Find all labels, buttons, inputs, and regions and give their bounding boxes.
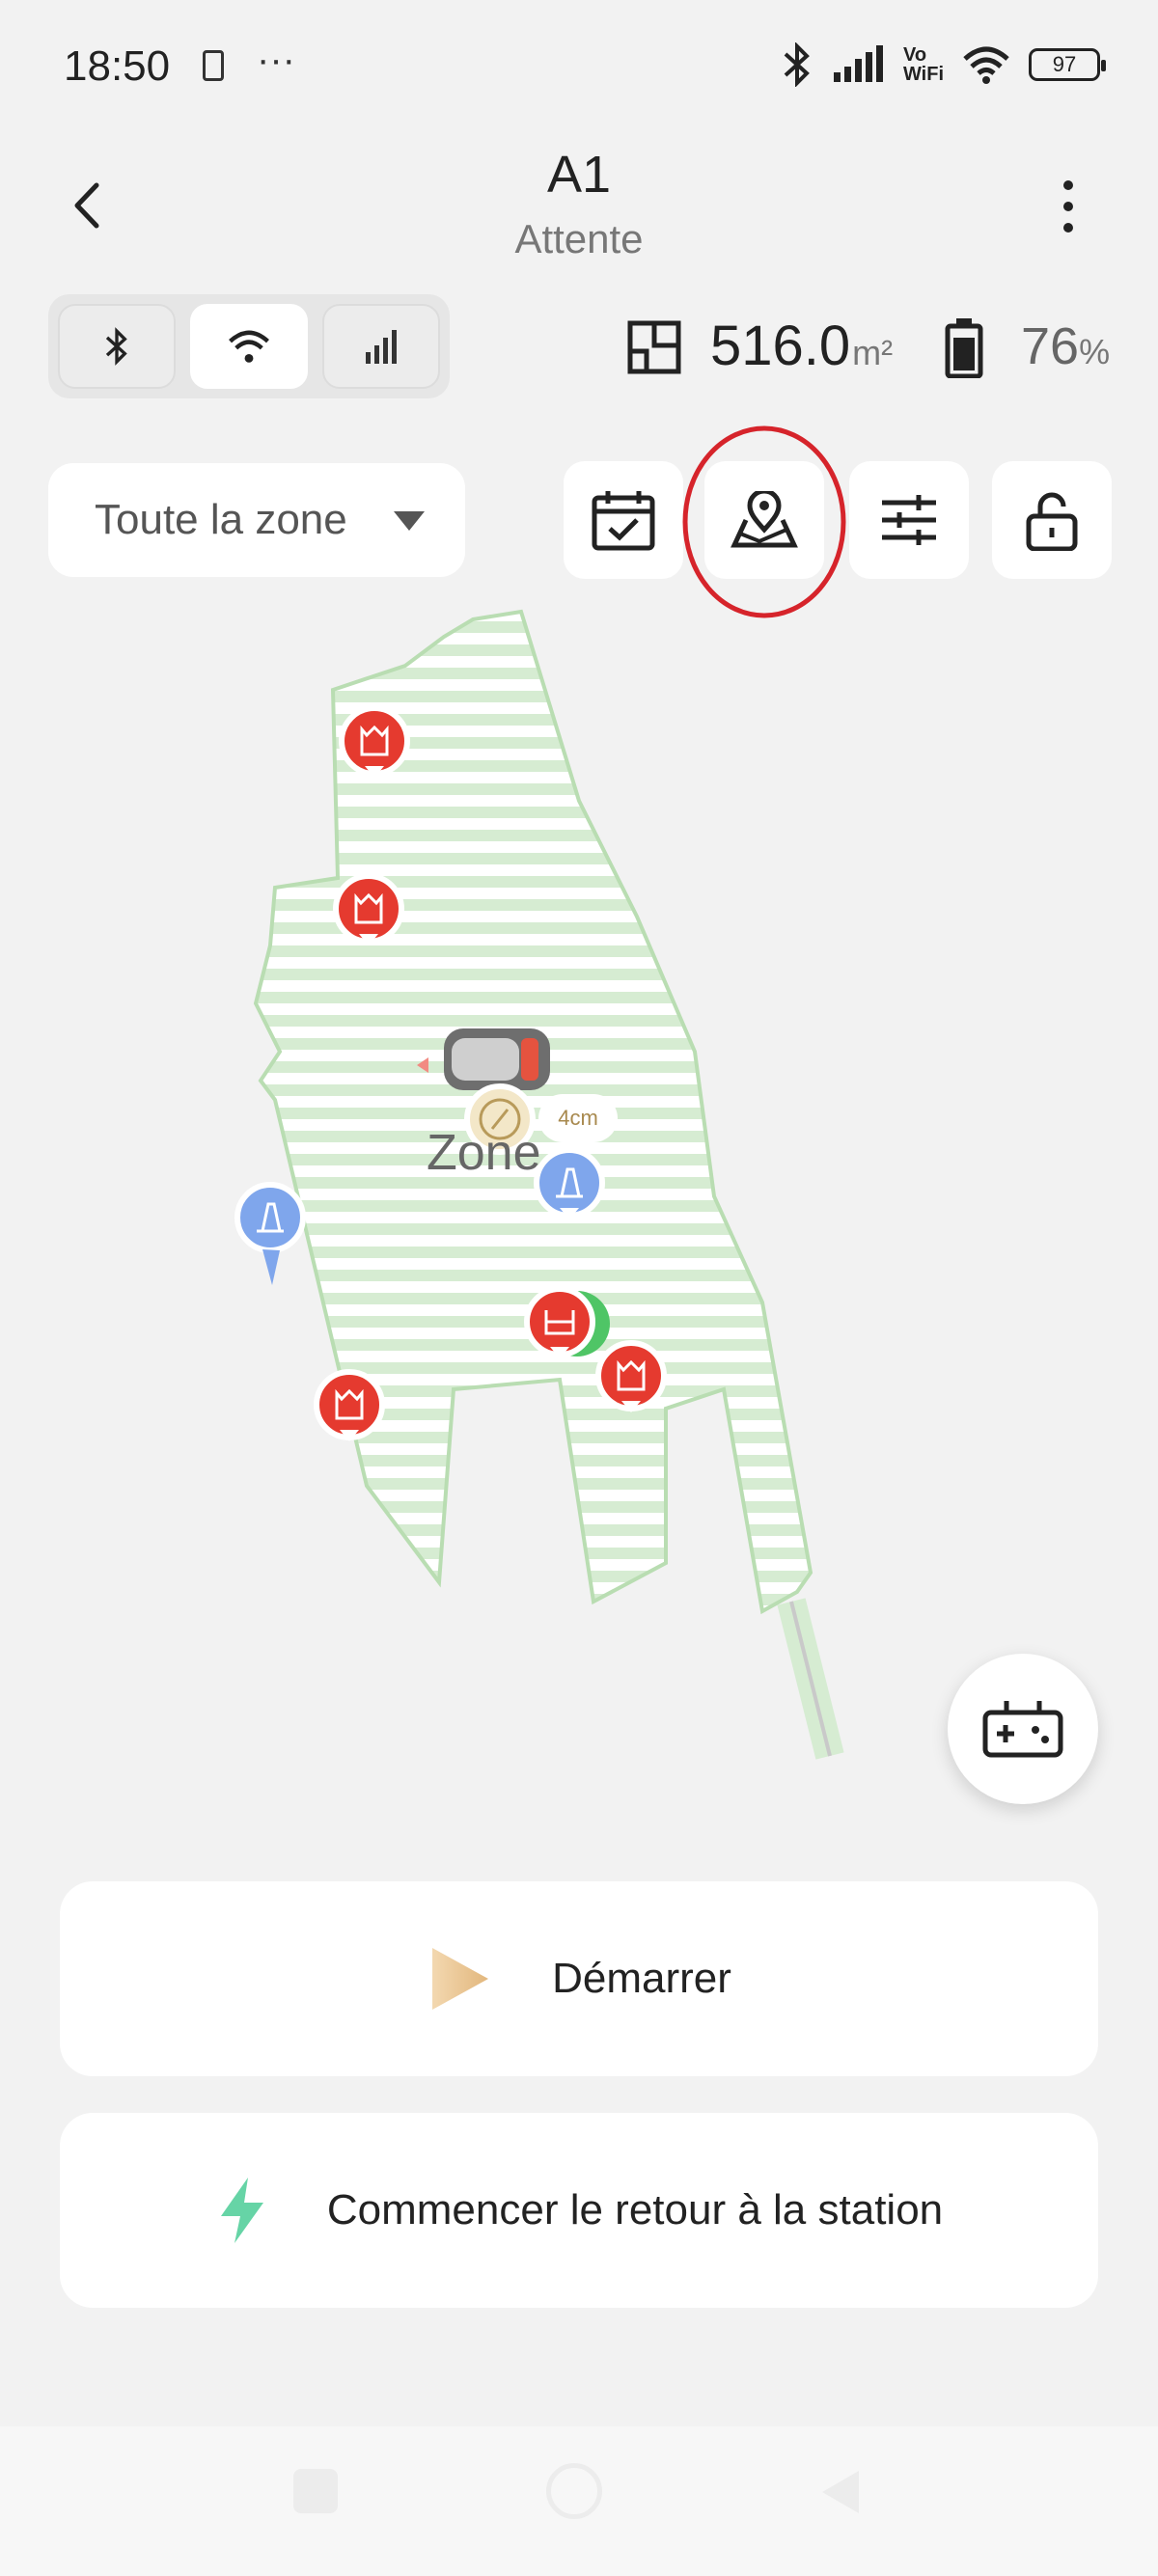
battery-level: 76 % — [1021, 316, 1110, 376]
start-button-label: Démarrer — [552, 1955, 731, 2002]
lightning-icon — [220, 2178, 263, 2243]
cellular-connection-button[interactable] — [322, 304, 440, 389]
gamepad-icon — [982, 1701, 1063, 1758]
highlight-circle — [682, 425, 846, 618]
zone-selector-dropdown[interactable]: Toute la zone — [48, 463, 465, 577]
bluetooth-connection-button[interactable] — [58, 304, 176, 389]
schedule-button[interactable] — [564, 461, 683, 579]
charging-station-marker[interactable] — [524, 1286, 610, 1358]
mowing-area: 516.0 m² — [710, 314, 893, 378]
device-status-text: Attente — [514, 216, 644, 261]
obstacle-marker[interactable] — [339, 705, 410, 778]
battery-value: 76 — [1021, 317, 1080, 375]
calendar-check-icon — [592, 491, 655, 551]
obstacle-marker[interactable] — [595, 1340, 667, 1412]
return-button-label: Commencer le retour à la station — [326, 2186, 944, 2233]
signal-strength-icon — [833, 45, 883, 82]
start-button[interactable]: Démarrer — [60, 1881, 1098, 2076]
lock-button[interactable] — [992, 461, 1112, 579]
distance-label: 4cm — [538, 1094, 618, 1142]
more-notifications-indicator: ··· — [257, 39, 295, 81]
cellular-icon — [366, 330, 397, 364]
caret-down-icon — [394, 511, 425, 531]
connection-selector — [48, 294, 450, 398]
area-unit: m² — [852, 333, 894, 372]
sliders-icon — [882, 495, 936, 545]
back-nav-button[interactable] — [816, 2467, 865, 2517]
unlock-icon — [1026, 492, 1078, 551]
remote-control-button[interactable] — [948, 1654, 1098, 1804]
wifi-connection-button[interactable] — [190, 304, 308, 389]
return-to-station-button[interactable]: Commencer le retour à la station — [60, 2113, 1098, 2308]
page-title: A1 — [546, 146, 612, 204]
play-icon — [432, 1948, 489, 2010]
vowifi-label: Vo WiFi — [902, 44, 944, 85]
status-icons: Vo WiFi 97 — [780, 42, 1106, 87]
area-icon — [627, 320, 681, 374]
status-bar: 18:50 ··· Vo WiFi 97 — [0, 0, 1158, 135]
obstacle-marker[interactable] — [314, 1369, 385, 1441]
system-navigation-bar — [0, 2426, 1158, 2576]
battery-status-icon: 97 — [1029, 48, 1106, 81]
home-button[interactable] — [546, 2463, 602, 2519]
zone-selector-value: Toute la zone — [95, 496, 347, 543]
cone-marker[interactable] — [534, 1147, 605, 1219]
wifi-status-icon — [963, 46, 1009, 84]
area-value: 516.0 — [710, 315, 851, 377]
bluetooth-icon — [105, 327, 127, 366]
cone-marker[interactable] — [234, 1182, 306, 1285]
wifi-icon — [229, 330, 269, 363]
obstacle-marker[interactable] — [333, 873, 404, 945]
bluetooth-status-icon — [784, 42, 810, 87]
status-time: 18:50 — [64, 42, 171, 90]
battery-icon — [945, 318, 983, 378]
zone-name-label: Zone — [427, 1125, 541, 1181]
recent-apps-button[interactable] — [293, 2469, 338, 2513]
battery-unit: % — [1079, 332, 1111, 371]
settings-button[interactable] — [849, 461, 969, 579]
more-options-button[interactable] — [1056, 178, 1081, 235]
notification-app-icon — [203, 50, 224, 81]
